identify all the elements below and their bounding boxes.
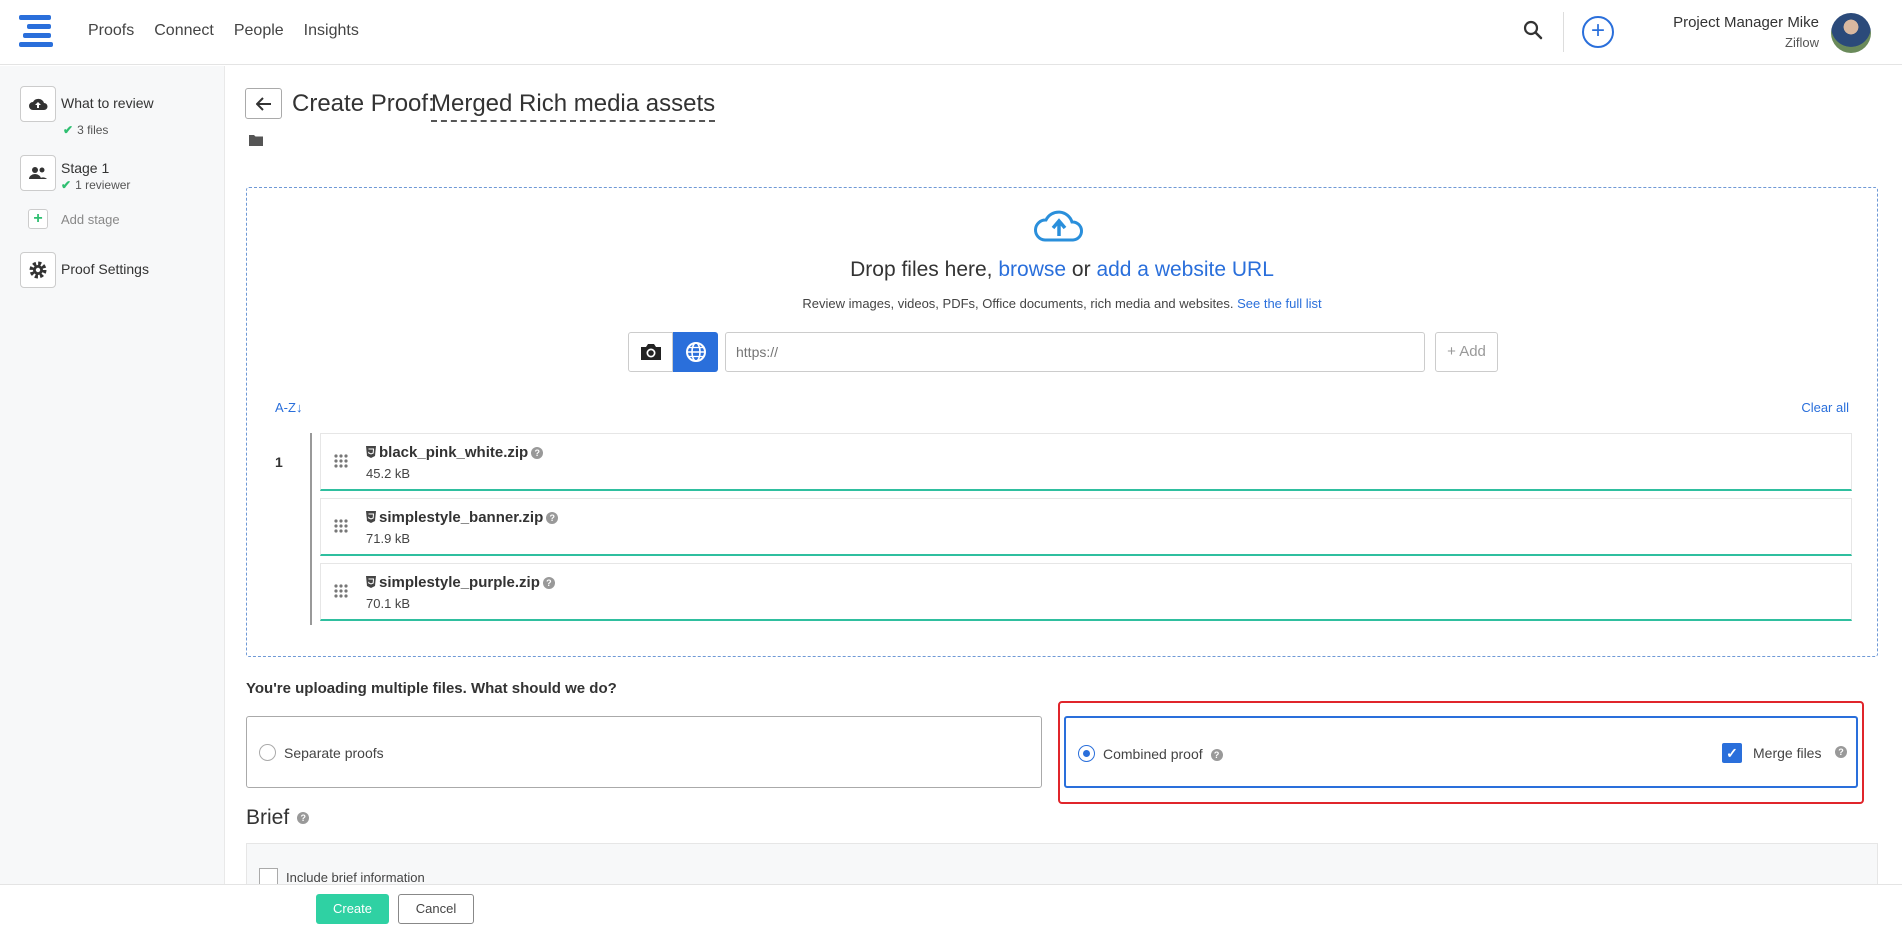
include-brief-label: Include brief information — [286, 870, 425, 885]
add-stage-button[interactable]: Add stage — [61, 212, 120, 227]
proof-name-field[interactable]: Merged Rich media assets — [431, 90, 716, 122]
separate-proofs-option[interactable]: Separate proofs — [246, 716, 1042, 788]
cloud-upload-icon — [1031, 206, 1087, 246]
sort-az-button[interactable]: A-Z↓ — [275, 400, 302, 415]
sidebar-files-count: ✔ 3 files — [63, 123, 109, 137]
help-icon[interactable]: ? — [297, 812, 310, 824]
folder-icon[interactable] — [249, 133, 263, 147]
nav-insights[interactable]: Insights — [304, 22, 359, 40]
menu-logo-icon[interactable] — [19, 15, 55, 48]
group-indicator — [310, 433, 312, 625]
people-icon[interactable] — [20, 155, 56, 191]
help-icon[interactable]: ? — [531, 447, 544, 459]
file-name: simplestyle_purple.zip? — [366, 574, 555, 591]
separate-proofs-radio[interactable] — [259, 744, 276, 761]
gear-icon[interactable] — [20, 252, 56, 288]
avatar[interactable] — [1831, 13, 1871, 53]
group-number: 1 — [275, 454, 283, 470]
add-url-button[interactable]: + Add — [1435, 332, 1498, 372]
top-navbar: Proofs Connect People Insights + Project… — [0, 0, 1902, 65]
nav-people[interactable]: People — [234, 22, 284, 40]
sidebar-stage-1[interactable]: Stage 1 — [61, 160, 109, 176]
help-icon[interactable]: ? — [546, 512, 559, 524]
globe-icon[interactable] — [673, 332, 718, 372]
supported-types-text: Review images, videos, PDFs, Office docu… — [802, 296, 1322, 311]
nav-connect[interactable]: Connect — [154, 22, 214, 40]
drag-handle-icon[interactable] — [333, 453, 349, 469]
sidebar-what-to-review[interactable]: What to review — [61, 95, 154, 111]
proof-steps-sidebar: What to review ✔ 3 files Stage 1 ✔ 1 revie… — [0, 66, 225, 886]
file-row[interactable]: simplestyle_banner.zip? 71.9 kB — [320, 498, 1852, 556]
camera-icon[interactable] — [628, 332, 673, 372]
drag-handle-icon[interactable] — [333, 583, 349, 599]
brief-heading: Brief? — [246, 806, 310, 830]
create-button[interactable]: Create — [316, 894, 389, 924]
help-icon[interactable]: ? — [1210, 749, 1223, 761]
combined-proof-radio[interactable] — [1078, 745, 1095, 762]
cancel-button[interactable]: Cancel — [398, 894, 474, 924]
help-icon[interactable]: ? — [1835, 746, 1847, 758]
user-name[interactable]: Project Manager Mike — [1673, 14, 1819, 31]
multiple-files-question: You're uploading multiple files. What sh… — [246, 680, 617, 697]
drag-handle-icon[interactable] — [333, 518, 349, 534]
help-icon[interactable]: ? — [542, 577, 555, 589]
merge-files-checkbox[interactable]: ✓ — [1722, 743, 1742, 763]
html5-icon — [366, 446, 376, 458]
combined-proof-option[interactable]: Combined proof? ✓ Merge files ? — [1064, 716, 1858, 788]
page-title: Create Proof: — [292, 90, 435, 117]
drop-instructions: Drop files here, browse or add a website… — [850, 258, 1274, 281]
search-icon[interactable] — [1523, 20, 1549, 46]
file-dropzone[interactable]: Drop files here, browse or add a website… — [246, 187, 1878, 657]
main-nav: Proofs Connect People Insights — [88, 22, 359, 40]
file-size: 71.9 kB — [366, 531, 411, 546]
add-stage-icon[interactable]: + — [28, 209, 48, 229]
file-size: 45.2 kB — [366, 466, 411, 481]
file-name: black_pink_white.zip? — [366, 444, 544, 461]
html5-icon — [366, 511, 376, 523]
website-url-input[interactable] — [725, 332, 1425, 372]
merge-files-label: Merge files — [1753, 745, 1822, 761]
combined-proof-label: Combined proof? — [1103, 746, 1223, 762]
sidebar-reviewer-count: ✔ 1 reviewer — [61, 178, 131, 192]
nav-proofs[interactable]: Proofs — [88, 22, 134, 40]
file-size: 70.1 kB — [366, 596, 411, 611]
file-row[interactable]: black_pink_white.zip? 45.2 kB — [320, 433, 1852, 491]
html5-icon — [366, 576, 376, 588]
back-button[interactable] — [245, 88, 282, 119]
footer-bar: Create Cancel — [0, 884, 1902, 925]
file-name: simplestyle_banner.zip? — [366, 509, 559, 526]
arrow-left-icon — [255, 96, 271, 111]
separate-proofs-label: Separate proofs — [284, 745, 384, 761]
cloud-upload-icon[interactable] — [20, 86, 56, 122]
arrow-down-icon: ↓ — [295, 400, 303, 415]
browse-link[interactable]: browse — [998, 258, 1066, 281]
add-website-url-link[interactable]: add a website URL — [1096, 258, 1273, 281]
sidebar-proof-settings[interactable]: Proof Settings — [61, 261, 149, 277]
check-icon: ✔ — [61, 178, 72, 192]
clear-all-button[interactable]: Clear all — [1801, 400, 1849, 415]
nav-divider — [1563, 12, 1564, 52]
file-row[interactable]: simplestyle_purple.zip? 70.1 kB — [320, 563, 1852, 621]
see-full-list-link[interactable]: See the full list — [1237, 296, 1322, 311]
check-icon: ✔ — [63, 123, 74, 137]
plus-circle-icon[interactable]: + — [1582, 16, 1614, 48]
user-org: Ziflow — [1785, 35, 1819, 50]
